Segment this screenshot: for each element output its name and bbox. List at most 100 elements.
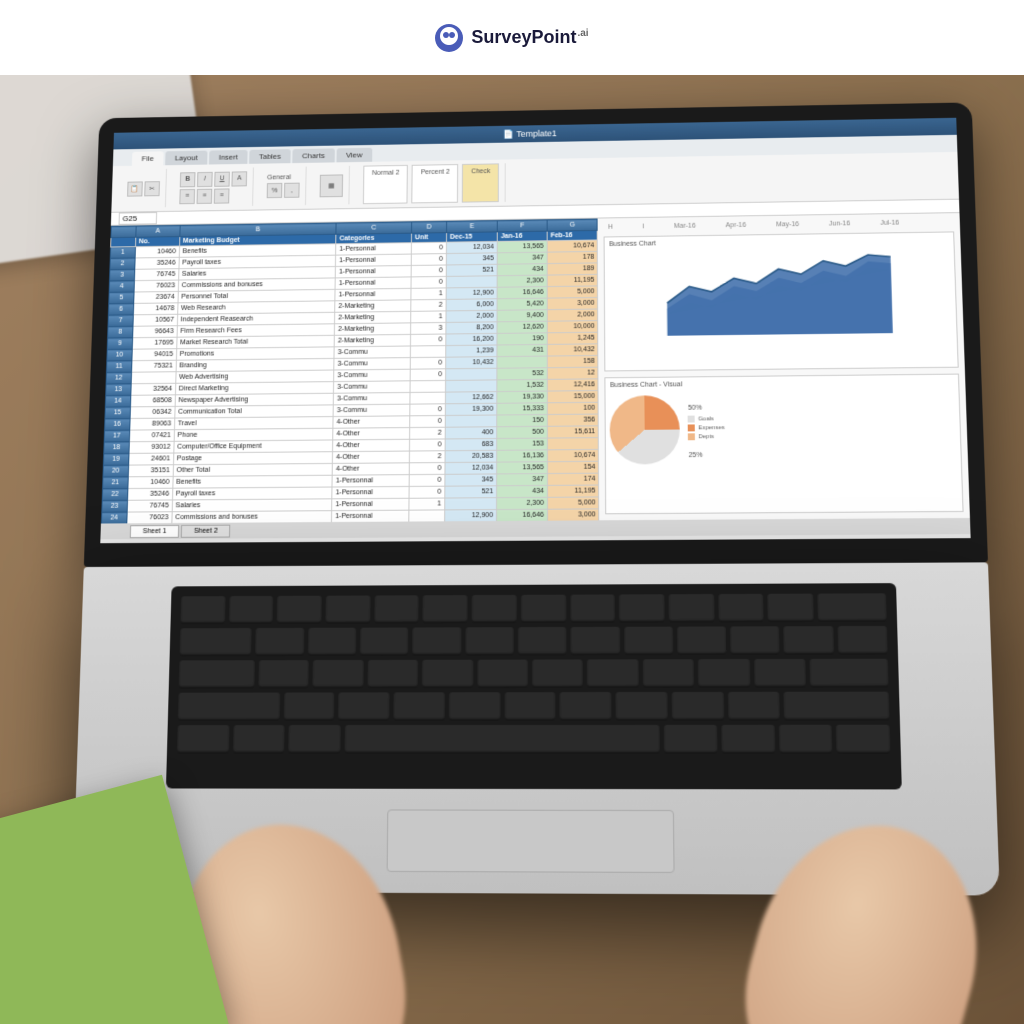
cell[interactable]: 1-Personnal: [332, 475, 409, 487]
cell[interactable]: 178: [547, 251, 598, 263]
cell[interactable]: 24601: [128, 453, 173, 465]
cell[interactable]: 683: [445, 439, 497, 451]
cell[interactable]: 17695: [132, 337, 177, 349]
cell[interactable]: 150: [497, 415, 547, 427]
cell[interactable]: 10,674: [547, 449, 598, 461]
column-header[interactable]: A: [136, 225, 180, 237]
cell[interactable]: 154: [547, 461, 599, 473]
cell[interactable]: 68508: [130, 395, 175, 407]
cell[interactable]: 345: [445, 474, 497, 486]
cell[interactable]: 0: [409, 486, 445, 498]
row-header[interactable]: 1: [110, 247, 135, 259]
cell[interactable]: 2-Marketing: [334, 334, 410, 346]
cell[interactable]: 2: [411, 299, 446, 311]
row-header[interactable]: 14: [105, 395, 130, 407]
cell[interactable]: 4-Other: [333, 428, 410, 440]
cell[interactable]: 19,300: [445, 403, 497, 415]
cell[interactable]: 0: [410, 439, 446, 451]
cell[interactable]: 4-Other: [333, 416, 410, 428]
row-header[interactable]: 24: [101, 512, 127, 523]
cell[interactable]: 0: [409, 463, 445, 475]
cell[interactable]: 1,532: [497, 379, 547, 391]
cell[interactable]: 174: [547, 473, 599, 485]
header-cell[interactable]: Unit: [412, 233, 447, 243]
cell[interactable]: [445, 415, 497, 427]
row-header[interactable]: 2: [110, 258, 135, 270]
ribbon-tab-file[interactable]: File: [132, 151, 164, 165]
row-header[interactable]: 20: [103, 465, 128, 477]
cell[interactable]: 0: [411, 254, 446, 266]
cell[interactable]: 500: [497, 426, 548, 438]
cell[interactable]: 0: [411, 242, 446, 254]
cell[interactable]: 434: [497, 264, 547, 276]
cell[interactable]: 3-Commu: [334, 369, 411, 381]
cell[interactable]: 347: [497, 252, 547, 264]
cell[interactable]: 3,000: [547, 509, 599, 521]
row-header[interactable]: 19: [103, 453, 128, 465]
row-header[interactable]: 3: [110, 269, 135, 281]
cell[interactable]: [410, 346, 445, 358]
cell[interactable]: 345: [446, 253, 497, 265]
spreadsheet-grid[interactable]: ABCDEFGNo.Marketing BudgetCategoriesUnit…: [101, 219, 600, 524]
cell[interactable]: 4-Other: [332, 463, 409, 475]
row-header[interactable]: 16: [105, 418, 130, 430]
cell[interactable]: Commissions and bonuses: [172, 511, 332, 524]
row-header[interactable]: 22: [102, 489, 127, 501]
cell[interactable]: 3-Commu: [334, 358, 410, 370]
cell[interactable]: [410, 380, 445, 392]
cell[interactable]: 2,000: [446, 310, 497, 322]
percent-button[interactable]: %: [267, 183, 283, 198]
style-check[interactable]: Check: [462, 163, 499, 202]
row-header[interactable]: 9: [107, 338, 132, 350]
ribbon-tab-insert[interactable]: Insert: [209, 150, 248, 165]
cell[interactable]: 16,646: [497, 509, 548, 521]
cell[interactable]: 3-Commu: [333, 404, 410, 416]
row-header[interactable]: 10: [107, 349, 132, 361]
cell[interactable]: 532: [497, 368, 547, 380]
row-header[interactable]: 5: [109, 292, 134, 304]
cell[interactable]: 9,400: [497, 310, 547, 322]
cell[interactable]: 521: [445, 486, 497, 498]
cell[interactable]: 1,239: [446, 345, 497, 357]
cell[interactable]: 10,432: [446, 357, 497, 369]
ribbon-tab-view[interactable]: View: [336, 148, 372, 163]
cell[interactable]: 8,200: [446, 322, 497, 334]
cell[interactable]: 3-Commu: [334, 346, 410, 358]
cell[interactable]: 12,900: [446, 287, 497, 299]
cell[interactable]: 2,000: [547, 309, 598, 321]
cell[interactable]: 434: [497, 485, 548, 497]
cell[interactable]: 12,034: [445, 462, 497, 474]
cell[interactable]: [131, 372, 176, 384]
sheet-tab[interactable]: Sheet 2: [181, 524, 231, 537]
column-header[interactable]: E: [446, 221, 497, 233]
cell[interactable]: 15,611: [547, 426, 598, 438]
cell[interactable]: 2: [410, 427, 446, 439]
font-color-button[interactable]: A: [231, 171, 247, 186]
align-right-button[interactable]: ≡: [214, 188, 230, 203]
underline-button[interactable]: U: [214, 171, 230, 186]
cell[interactable]: 35151: [128, 465, 173, 477]
cell[interactable]: 0: [410, 404, 445, 416]
cell[interactable]: 35246: [127, 488, 172, 500]
column-header[interactable]: D: [412, 221, 447, 233]
cell[interactable]: 20,583: [445, 450, 497, 462]
cell[interactable]: 1-Personnal: [335, 277, 411, 289]
name-box[interactable]: G25: [119, 212, 158, 225]
cell[interactable]: 13,565: [497, 241, 547, 253]
cell[interactable]: 93012: [129, 441, 174, 453]
comma-button[interactable]: ,: [284, 183, 300, 198]
cell[interactable]: 2: [409, 451, 445, 463]
ribbon-tab-charts[interactable]: Charts: [292, 148, 334, 163]
cell[interactable]: 3,000: [547, 297, 598, 309]
cell[interactable]: 190: [497, 333, 547, 345]
cell[interactable]: 4-Other: [333, 451, 410, 463]
cell[interactable]: 15,000: [547, 391, 598, 403]
paste-button[interactable]: 📋: [127, 181, 143, 196]
cell[interactable]: 400: [445, 427, 497, 439]
cell[interactable]: 12,900: [445, 510, 497, 522]
cell[interactable]: 2-Marketing: [335, 300, 411, 312]
cell[interactable]: 76023: [127, 512, 172, 524]
cell[interactable]: 3-Commu: [333, 392, 410, 404]
row-header[interactable]: 6: [108, 303, 133, 315]
cell[interactable]: 0: [410, 369, 445, 381]
